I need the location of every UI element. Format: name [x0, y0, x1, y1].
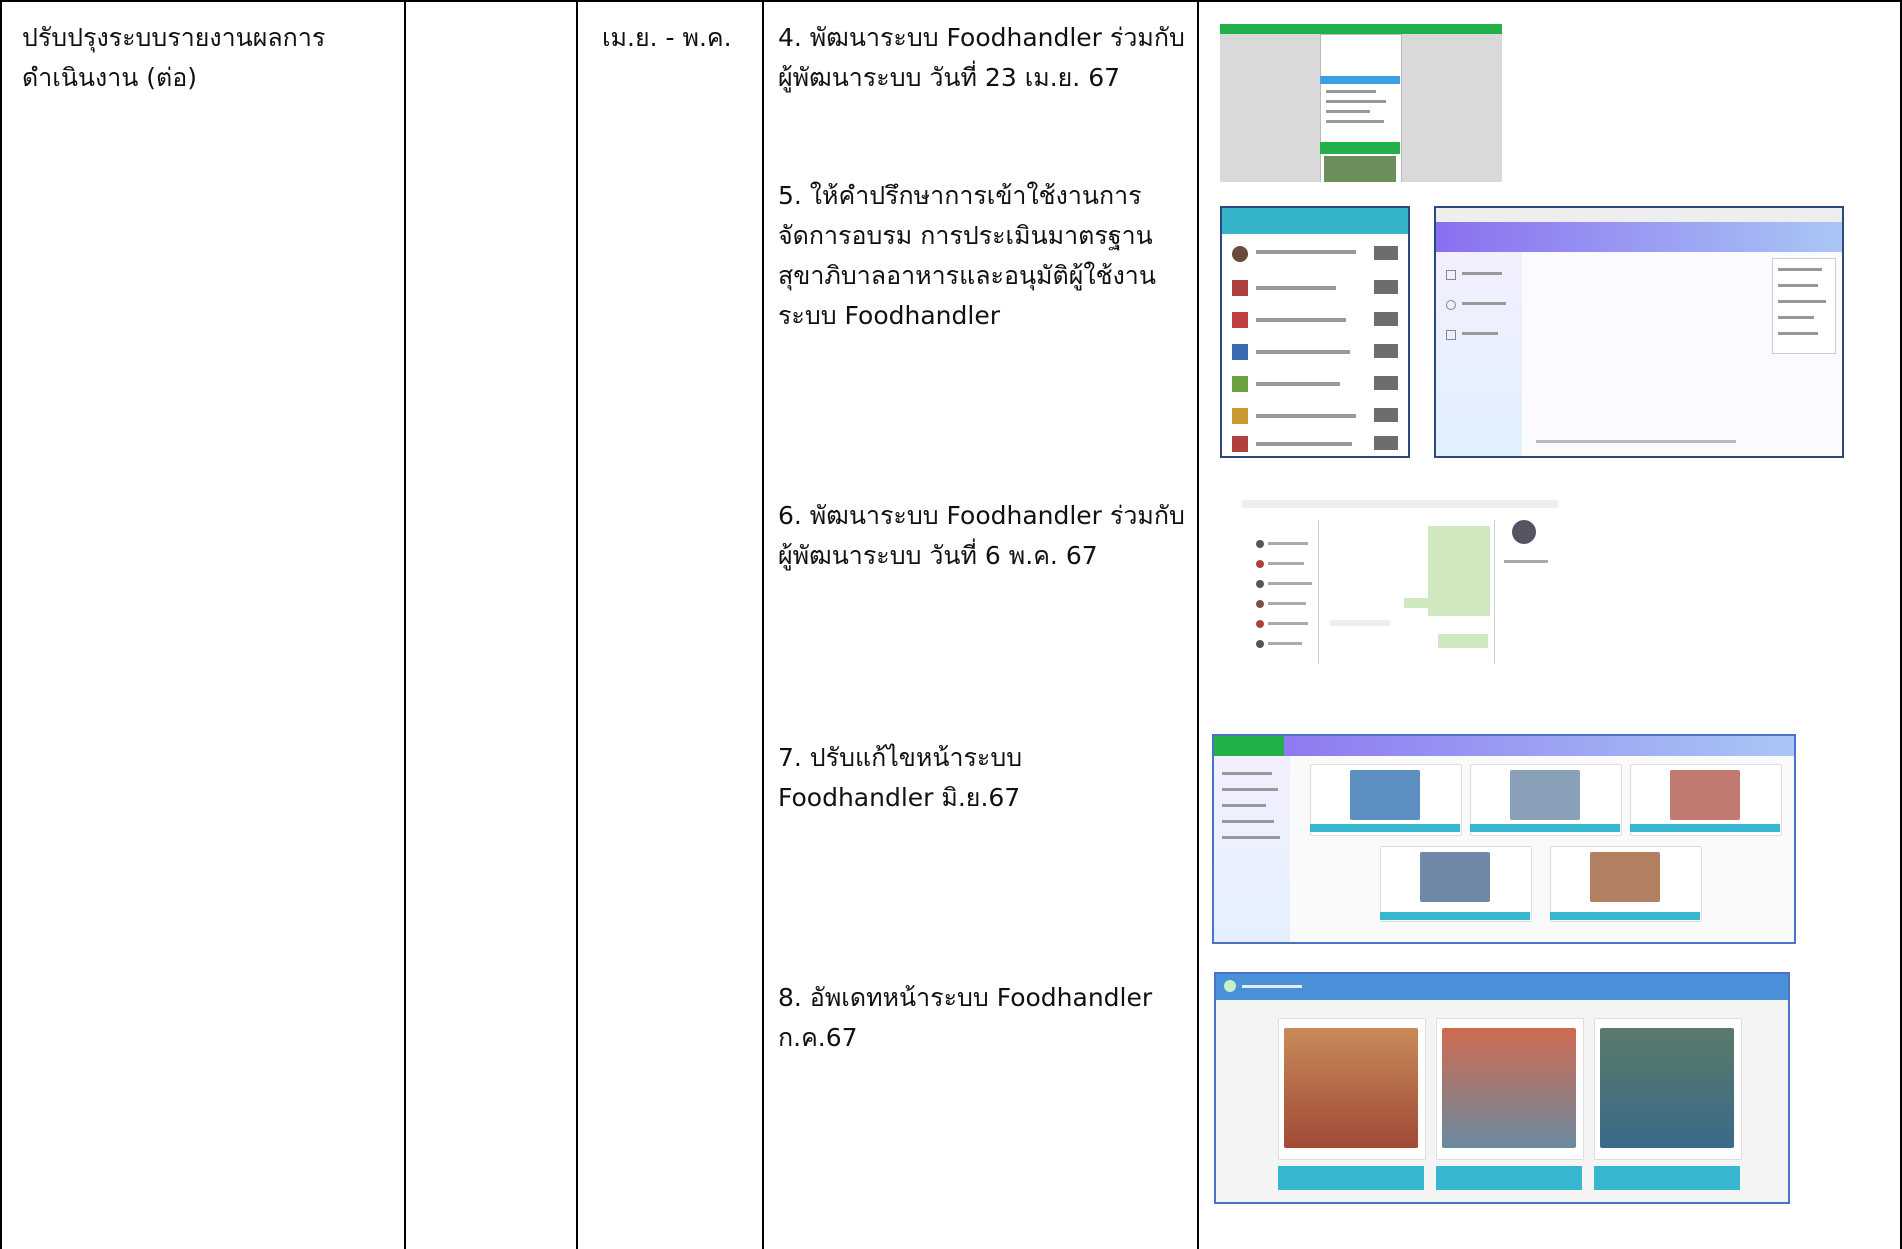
- column-divider-2: [576, 0, 578, 1249]
- column-divider-1: [404, 0, 406, 1249]
- column-divider-4: [1197, 0, 1199, 1249]
- activity-item-5: 5. ให้คำปรึกษาการเข้าใช้งานการจัดการอบรม…: [778, 181, 1156, 330]
- activity-item-8: 8. อัพเดทหน้าระบบ Foodhandler ก.ค.67: [778, 983, 1153, 1052]
- screenshot-7-card-grid: [1212, 734, 1796, 944]
- column-divider-3: [762, 0, 764, 1249]
- screenshot-5-dashboard: [1434, 206, 1844, 458]
- activity-item-7: 7. ปรับแก้ไขหน้าระบบ Foodhandler มิ.ย.67: [778, 743, 1023, 812]
- topic-cell: ปรับปรุงระบบรายงานผลการดำเนินงาน (ต่อ): [22, 23, 326, 92]
- screenshot-8-updated-page: [1214, 972, 1790, 1204]
- activity-item-6: 6. พัฒนาระบบ Foodhandler ร่วมกับผู้พัฒนา…: [778, 501, 1185, 570]
- activity-item-4: 4. พัฒนาระบบ Foodhandler ร่วมกับผู้พัฒนา…: [778, 23, 1185, 92]
- table-top-border: [0, 0, 1902, 2]
- screenshot-6-chat: [1242, 500, 1558, 664]
- screenshot-4-foodhandler-menu: [1220, 24, 1502, 182]
- period-cell: เม.ย. - พ.ค.: [602, 23, 732, 52]
- table-left-border: [0, 0, 2, 1249]
- screenshot-5-menu-list: [1220, 206, 1410, 458]
